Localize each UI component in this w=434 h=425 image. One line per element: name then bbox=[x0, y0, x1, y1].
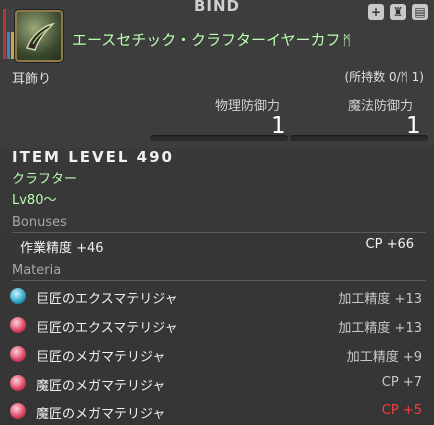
bonus-row: 作業精度 +46 CP +66 bbox=[20, 237, 414, 256]
materia-header: Materia bbox=[12, 263, 62, 278]
materia-stat: 加工精度 +9 bbox=[346, 350, 422, 365]
spiritbond-secondary-bar bbox=[11, 9, 14, 59]
materia-name: 巨匠のエクスマテリジャ bbox=[36, 292, 178, 307]
materia-row: 魔匠のメガマテリジャ CP +5 bbox=[10, 400, 422, 422]
physical-defense-label: 物理防御力 bbox=[215, 99, 281, 114]
materia-name: 魔匠のメガマテリジャ bbox=[36, 379, 166, 394]
materia-name: 巨匠のメガマテリジャ bbox=[36, 350, 166, 365]
possession-count: (所持数 0/ᛗ 1) bbox=[344, 70, 424, 84]
condition-bars bbox=[3, 9, 14, 59]
armoire-icon: ▤ bbox=[412, 4, 428, 20]
earring-item-icon bbox=[15, 10, 63, 62]
item-level: ITEM LEVEL 490 bbox=[12, 148, 174, 166]
materia-stat: 加工精度 +13 bbox=[338, 292, 422, 307]
materia-row: 魔匠のメガマテリジャ CP +7 bbox=[10, 372, 422, 394]
materia-orb-icon bbox=[10, 317, 26, 333]
materia-stat: CP +5 bbox=[381, 403, 422, 418]
materia-row: 巨匠のエクスマテリジャ 加工精度 +13 bbox=[10, 314, 422, 336]
condition-bar bbox=[3, 9, 6, 59]
item-tooltip: BIND + ♜ ▤ エースセチック・クラフターイヤーカフ ᛗ 耳飾り (所持数 … bbox=[0, 0, 434, 425]
item-name: エースセチック・クラフターイヤーカフ ᛗ bbox=[72, 29, 351, 50]
magic-defense-bar bbox=[290, 135, 428, 141]
materia-orb-icon bbox=[10, 375, 26, 391]
magic-defense-label: 魔法防御力 bbox=[348, 99, 414, 114]
bonus-left: 作業精度 +46 bbox=[20, 241, 104, 256]
materia-stat: 加工精度 +13 bbox=[338, 321, 422, 336]
class-restriction: クラフター bbox=[12, 172, 78, 187]
bonuses-header: Bonuses bbox=[12, 215, 67, 230]
materia-orb-icon bbox=[10, 288, 26, 304]
materia-divider bbox=[12, 280, 426, 281]
materia-orb-icon bbox=[10, 346, 26, 362]
hq-icon: ᛗ bbox=[342, 33, 351, 49]
materia-name: 魔匠のメガマテリジャ bbox=[36, 407, 166, 422]
bonuses-divider bbox=[12, 232, 426, 233]
level-requirement: Lv80〜 bbox=[12, 193, 57, 208]
materia-row: 巨匠のエクスマテリジャ 加工精度 +13 bbox=[10, 285, 422, 307]
bonus-right: CP +66 bbox=[365, 237, 414, 252]
materia-stat: CP +7 bbox=[381, 375, 422, 390]
plus-square-icon: + bbox=[368, 4, 384, 20]
materia-name: 巨匠のエクスマテリジャ bbox=[36, 321, 178, 336]
item-name-text: エースセチック・クラフターイヤーカフ bbox=[72, 31, 341, 49]
materia-row: 巨匠のメガマテリジャ 加工精度 +9 bbox=[10, 343, 422, 365]
physical-defense-bar bbox=[150, 135, 288, 141]
item-slot: 耳飾り bbox=[12, 72, 52, 87]
header-icons: + ♜ ▤ bbox=[368, 4, 428, 20]
spiritbond-bar bbox=[7, 9, 10, 59]
materia-orb-icon bbox=[10, 403, 26, 419]
glamour-dresser-icon: ♜ bbox=[390, 4, 406, 20]
